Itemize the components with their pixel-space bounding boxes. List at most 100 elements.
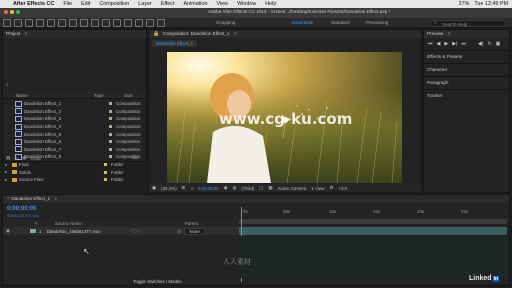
time-ruler[interactable]: 0s 05s 10s 15s 20s 25s	[239, 209, 509, 217]
mute-icon[interactable]: ◀)	[478, 41, 484, 47]
active-camera[interactable]: Active Camera	[278, 186, 307, 191]
zoom-window-icon[interactable]	[16, 10, 20, 14]
workspace-previewing[interactable]: Previewing	[366, 18, 388, 28]
label-color-swatch[interactable]	[109, 147, 112, 151]
parent-select[interactable]: None	[184, 227, 205, 235]
render-icon[interactable]: ⚙	[329, 185, 333, 191]
transparency-icon[interactable]: ▦	[268, 185, 272, 191]
menu-app-name[interactable]: After Effects CC	[13, 1, 54, 7]
menu-effect[interactable]: Effect	[161, 1, 175, 7]
preview-tab[interactable]: Preview	[427, 31, 443, 36]
project-item[interactable]: ▸ Solids Folder	[3, 168, 146, 176]
lock-icon[interactable]: 🔒	[153, 31, 159, 37]
workspace-essentials[interactable]: Essentials	[292, 18, 313, 28]
view-layout[interactable]: 1 View	[311, 186, 324, 191]
search-help-box[interactable]: ⌕ Search Help	[430, 20, 506, 27]
project-item[interactable]: Dandelion Effect_3 Composition	[3, 115, 146, 123]
workspace-standard[interactable]: Standard	[331, 18, 350, 28]
rectangle-tool-icon[interactable]	[80, 18, 88, 27]
label-color-swatch[interactable]	[109, 117, 112, 121]
layer-name[interactable]: Dandelion_158461377.mov	[47, 229, 131, 234]
layer-switches[interactable]: ⁄ ▢ ◐	[131, 228, 177, 234]
col-parent[interactable]: Parent	[185, 221, 198, 226]
pen-tool-icon[interactable]	[91, 18, 99, 27]
minimize-window-icon[interactable]	[10, 10, 14, 14]
menu-edit[interactable]: Edit	[81, 1, 90, 7]
close-window-icon[interactable]	[4, 10, 8, 14]
timeline-timecode[interactable]: 0;00;00;00	[7, 206, 36, 212]
layer-label-color[interactable]	[29, 229, 36, 233]
puppet-tool-icon[interactable]	[157, 18, 165, 27]
next-frame-icon[interactable]: ▶|	[452, 41, 457, 47]
brush-tool-icon[interactable]	[113, 18, 121, 27]
snapshot-icon[interactable]: ◉	[224, 185, 228, 191]
effects-presets-section[interactable]: Effects & Presets	[424, 50, 509, 63]
label-color-swatch[interactable]	[109, 140, 112, 144]
tracker-section[interactable]: Tracker	[424, 89, 509, 102]
pickwhip-icon[interactable]: @	[177, 229, 181, 234]
zoom-level[interactable]: (30.4%)	[161, 186, 176, 191]
project-search-icon[interactable]: ⌕	[6, 82, 14, 88]
selection-tool-icon[interactable]	[14, 18, 22, 27]
pan-behind-tool-icon[interactable]	[69, 18, 77, 27]
menu-help[interactable]: Help	[265, 1, 276, 7]
label-color-swatch[interactable]	[109, 109, 112, 113]
project-item[interactable]: Dandelion Effect_7 Composition	[3, 146, 146, 154]
channel-icon[interactable]: ◍	[232, 185, 236, 191]
label-color-swatch[interactable]	[104, 178, 107, 182]
eraser-tool-icon[interactable]	[135, 18, 143, 27]
col-source-name[interactable]: Source Name	[55, 221, 185, 226]
project-item[interactable]: Dandelion Effect_2 Composition	[3, 108, 146, 116]
project-item[interactable]: Dandelion Effect_5 Composition	[3, 130, 146, 138]
label-color-swatch[interactable]	[104, 163, 107, 167]
project-item[interactable]: Dandelion Effect_4 Composition	[3, 123, 146, 131]
clone-tool-icon[interactable]	[124, 18, 132, 27]
trash-icon[interactable]: ⌫	[131, 155, 137, 161]
project-item[interactable]: Dandelion Effect_1 Composition	[3, 100, 146, 108]
toggle-switches-modes-button[interactable]: Toggle Switches / Modes	[133, 279, 182, 284]
preview-menu-icon[interactable]: ≡	[448, 31, 451, 37]
project-item[interactable]: ▸ Final Folder	[3, 161, 146, 169]
zoom-tool-icon[interactable]	[36, 18, 44, 27]
comp-subtab[interactable]: Dandelion Effect_1	[152, 40, 198, 47]
mask-icon[interactable]: ◑	[190, 186, 193, 191]
timeline-empty-area[interactable]	[239, 236, 507, 278]
work-area-bar[interactable]	[239, 219, 507, 224]
interpret-footage-icon[interactable]: ▦	[6, 155, 10, 161]
prev-frame-icon[interactable]: ◀	[437, 41, 441, 47]
comp-viewer[interactable]: www.cg-ku.com	[167, 52, 402, 183]
project-item[interactable]: ▸ Source Files Folder	[3, 176, 146, 184]
roi-icon[interactable]: ▢	[259, 185, 263, 191]
type-tool-icon[interactable]	[102, 18, 110, 27]
new-comp-icon[interactable]: ▣	[22, 155, 26, 161]
panel-menu-icon[interactable]: ≡	[25, 31, 28, 37]
menu-composition[interactable]: Composition	[99, 1, 129, 7]
menu-view[interactable]: View	[216, 1, 228, 7]
composition-tab[interactable]: Composition: Dandelion Effect_1	[163, 31, 230, 36]
menu-layer[interactable]: Layer	[138, 1, 152, 7]
timeline-menu-icon[interactable]: ≡	[54, 196, 57, 202]
first-frame-icon[interactable]: ⏮	[428, 41, 433, 47]
last-frame-icon[interactable]: ⏭	[461, 41, 466, 47]
col-type[interactable]: Type	[94, 93, 124, 98]
camera-tool-icon[interactable]	[58, 18, 66, 27]
project-tab[interactable]: Project	[6, 31, 20, 36]
col-size[interactable]: Size	[124, 93, 133, 98]
layer-row[interactable]: ◉ 1 Dandelion_158461377.mov ⁄ ▢ ◐ @ None	[3, 227, 239, 235]
hand-tool-icon[interactable]	[25, 18, 33, 27]
new-folder-icon[interactable]: ▭	[14, 155, 18, 161]
character-section[interactable]: Character	[424, 63, 509, 76]
play-icon[interactable]: ▶	[444, 41, 448, 47]
menu-window[interactable]: Window	[237, 1, 256, 7]
bpc-label[interactable]: 8 bpc	[30, 156, 41, 161]
timeline-tab[interactable]: Dandelion Effect_1	[11, 196, 50, 201]
exposure-value[interactable]: +0.0	[338, 186, 347, 191]
loop-icon[interactable]: ↻	[487, 41, 491, 47]
paragraph-section[interactable]: Paragraph	[424, 76, 509, 89]
project-item[interactable]: Dandelion Effect_6 Composition	[3, 138, 146, 146]
close-tab-icon[interactable]: ×	[7, 196, 10, 202]
current-time[interactable]: 0;00;00;00	[198, 186, 219, 191]
folder-twirl-icon[interactable]: ▸	[5, 162, 9, 168]
label-color-swatch[interactable]	[109, 132, 112, 136]
always-preview-icon[interactable]: ▣	[152, 185, 156, 191]
